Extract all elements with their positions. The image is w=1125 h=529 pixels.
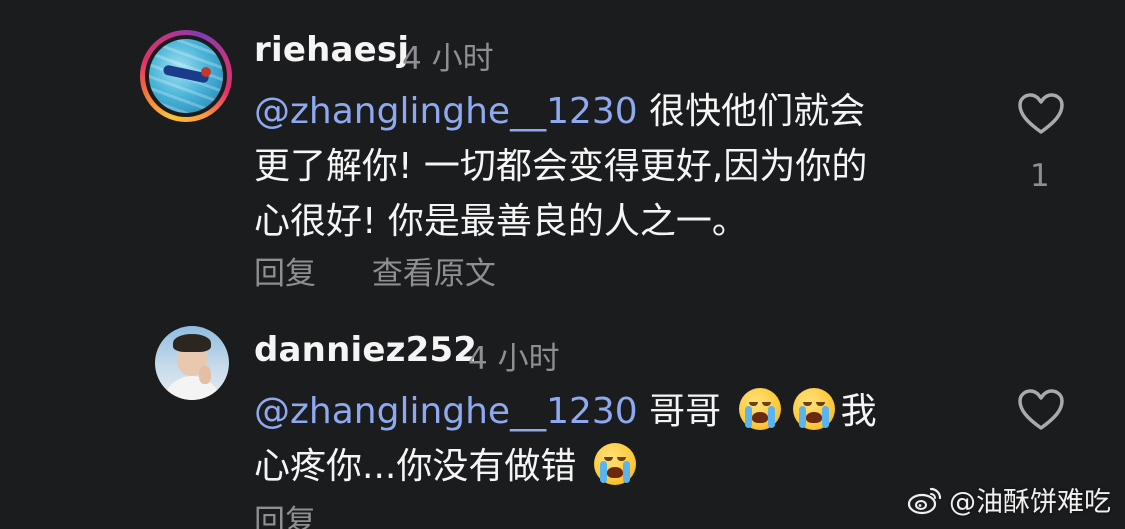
crying-face-emoji-icon	[792, 388, 835, 430]
comment-text-part: 我	[840, 391, 877, 432]
weibo-logo-icon	[907, 487, 942, 514]
comment-text-part: 哥哥	[649, 391, 722, 432]
comment-text-line: 心疼你...你没有做错	[254, 446, 577, 487]
comment-text-line: 很快他们就会	[649, 91, 866, 132]
see-original-button[interactable]: 查看原文	[372, 256, 496, 292]
avatar[interactable]	[140, 30, 232, 122]
avatar-hair	[173, 334, 211, 352]
comment-actions: 回复	[254, 496, 362, 529]
mention-link[interactable]: @zhanglinghe__1230	[254, 391, 638, 432]
heart-outline-icon[interactable]	[1017, 92, 1065, 136]
comment-text-line: 更了解你! 一切都会变得更好,因为你的	[254, 146, 868, 187]
avatar[interactable]	[155, 326, 229, 400]
avatar-shirt	[163, 376, 221, 400]
mention-link[interactable]: @zhanglinghe__1230	[254, 91, 638, 132]
heart-outline-icon[interactable]	[1017, 388, 1065, 432]
reply-button[interactable]: 回复	[254, 256, 316, 292]
comment-time: 4 小时	[402, 41, 494, 77]
comment-time: 4 小时	[468, 341, 560, 377]
crying-face-emoji-icon	[738, 388, 781, 430]
comment-text-line: 心很好! 你是最善良的人之一。	[254, 201, 748, 242]
swimmer-cap	[201, 67, 211, 77]
comment-username[interactable]: riehaesj	[254, 30, 409, 70]
reply-button[interactable]: 回复	[254, 504, 316, 529]
comment-body: @zhanglinghe__1230 很快他们就会 更了解你! 一切都会变得更好…	[254, 84, 974, 249]
comment-actions: 回复 查看原文	[254, 248, 542, 293]
comment-item: riehaesj 4 小时 @zhanglinghe__1230 很快他们就会 …	[0, 0, 1125, 310]
avatar-hand	[199, 366, 211, 384]
comment-username[interactable]: danniez252	[254, 330, 477, 370]
comments-screen: riehaesj 4 小时 @zhanglinghe__1230 很快他们就会 …	[0, 0, 1125, 529]
like-count: 1	[1030, 158, 1050, 194]
watermark: @油酥饼难吃	[907, 480, 1111, 519]
comment-body: @zhanglinghe__1230 哥哥 我 心疼你...你没有做错	[254, 384, 974, 494]
watermark-text: @油酥饼难吃	[949, 487, 1111, 518]
swimmer-pool-avatar-image	[149, 39, 223, 113]
crying-face-emoji-icon	[593, 443, 636, 485]
